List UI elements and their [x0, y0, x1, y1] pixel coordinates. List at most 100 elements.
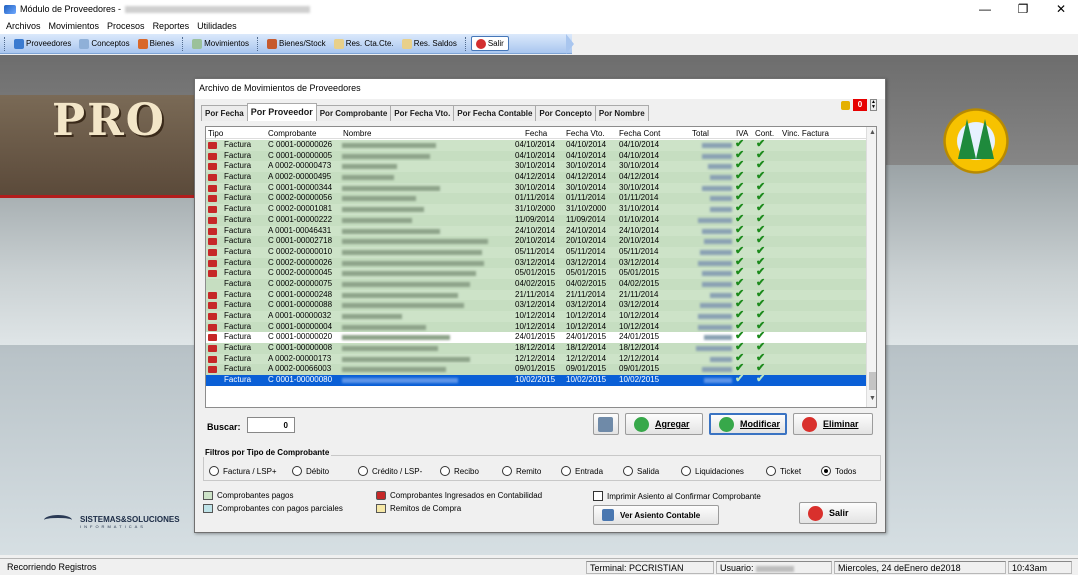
- radio-dot[interactable]: [623, 466, 633, 476]
- close-button[interactable]: ✕: [1054, 2, 1068, 16]
- column-tipo[interactable]: Tipo: [208, 129, 223, 138]
- radio-dot[interactable]: [681, 466, 691, 476]
- tab-por-fecha[interactable]: Por Fecha: [201, 105, 248, 121]
- scroll-down-icon[interactable]: ▼: [868, 395, 876, 405]
- contabilidad-icon: [208, 216, 217, 224]
- table-row[interactable]: Factura C 0002-00000045 05/01/2015 05/01/20…: [206, 267, 866, 279]
- checkbox-box[interactable]: [593, 491, 603, 501]
- imprimir-asiento-checkbox[interactable]: Imprimir Asiento al Confirmar Comprobant…: [593, 491, 761, 501]
- table-row[interactable]: Factura C 0001-00000248 21/11/2014 21/11/20…: [206, 288, 866, 301]
- ver-asiento-button[interactable]: Ver Asiento Contable: [593, 505, 719, 525]
- menu-reportes[interactable]: Reportes: [153, 21, 190, 31]
- radio-dot[interactable]: [502, 466, 512, 476]
- column-cont[interactable]: Cont.: [755, 129, 774, 138]
- radio-dot[interactable]: [209, 466, 219, 476]
- table-row[interactable]: Factura C 0001-00000005 04/10/2014 04/10/20…: [206, 149, 866, 162]
- filter-radio[interactable]: Todos: [821, 466, 856, 476]
- table-row[interactable]: Factura A 0001-00000032 10/12/2014 10/12/20…: [206, 310, 866, 322]
- buscar-input[interactable]: 0: [247, 417, 295, 433]
- radio-dot[interactable]: [561, 466, 571, 476]
- toolbar-conceptos[interactable]: Conceptos: [75, 38, 133, 49]
- table-row[interactable]: Factura C 0001-00000026 04/10/2014 04/10/20…: [206, 139, 866, 151]
- table-row[interactable]: Factura C 0001-00000344 30/10/2014 30/10/20…: [206, 181, 866, 194]
- agregar-button[interactable]: Agregar: [625, 413, 703, 435]
- table-row[interactable]: Factura A 0002-00000495 04/12/2014 04/12/20…: [206, 171, 866, 183]
- tab-por-comprobante[interactable]: Por Comprobante: [315, 105, 392, 121]
- table-row[interactable]: Factura C 0001-00000008 18/12/2014 18/12/20…: [206, 342, 866, 354]
- toolbar-res-cta-cte[interactable]: Res. Cta.Cte.: [330, 38, 398, 49]
- table-row[interactable]: Factura A 0002-00000473 30/10/2014 30/10/20…: [206, 160, 866, 173]
- table-row[interactable]: Factura C 0001-00000080 10/02/2015 10/02/20…: [206, 374, 866, 386]
- tab-por-fecha-contable[interactable]: Por Fecha Contable: [453, 105, 537, 121]
- radio-dot[interactable]: [821, 466, 831, 476]
- filter-radio[interactable]: Ticket: [766, 466, 801, 476]
- toolbar-proveedores-label: Proveedores: [26, 39, 72, 48]
- filter-radio[interactable]: Remito: [502, 466, 541, 476]
- filter-radio[interactable]: Recibo: [440, 466, 479, 476]
- toolbar-salir[interactable]: Salir: [470, 36, 509, 51]
- cell-fecha-vto: 21/11/2014: [566, 289, 606, 299]
- modificar-button[interactable]: Modificar: [709, 413, 787, 435]
- column-fecha-cont[interactable]: Fecha Cont: [619, 129, 660, 138]
- filter-radio[interactable]: Liquidaciones: [681, 466, 744, 476]
- table-row[interactable]: Factura C 0002-00000026 03/12/2014 03/12/20…: [206, 256, 866, 269]
- table-row[interactable]: Factura C 0002-00001081 31/10/2000 31/10/20…: [206, 203, 866, 215]
- toolbar-bienes-stock[interactable]: Bienes/Stock: [263, 38, 330, 49]
- cell-total-redacted: [700, 249, 732, 255]
- filter-radio[interactable]: Débito: [292, 466, 329, 476]
- filter-radio-label: Remito: [516, 466, 542, 476]
- toolbar-proveedores[interactable]: Proveedores: [10, 38, 75, 49]
- column-nombre[interactable]: Nombre: [343, 129, 371, 138]
- table-row[interactable]: Factura A 0001-00046431 24/10/2014 24/10/20…: [206, 224, 866, 237]
- table-row[interactable]: Factura C 0002-00000056 01/11/2014 01/11/20…: [206, 192, 866, 205]
- column-fecha-vto[interactable]: Fecha Vto.: [566, 129, 605, 138]
- table-scrollbar[interactable]: ▲ ▼: [866, 127, 876, 407]
- table-row[interactable]: Factura C 0001-00000088 03/12/2014 03/12/20…: [206, 299, 866, 311]
- table-row[interactable]: Factura C 0001-00000020 24/01/2015 24/01/20…: [206, 331, 866, 344]
- salir-button[interactable]: Salir: [799, 502, 877, 524]
- tab-por-nombre[interactable]: Por Nombre: [594, 105, 649, 121]
- menu-procesos[interactable]: Procesos: [107, 21, 145, 31]
- cell-tipo: Factura: [224, 353, 252, 363]
- table-row[interactable]: Factura C 0001-00000004 10/12/2014 10/12/20…: [206, 320, 866, 333]
- radio-dot[interactable]: [766, 466, 776, 476]
- table-row[interactable]: Factura C 0002-00000010 05/11/2014 05/11/20…: [206, 246, 866, 258]
- table-row[interactable]: Factura A 0002-00000173 12/12/2014 12/12/20…: [206, 352, 866, 365]
- column-fecha[interactable]: Fecha: [525, 129, 547, 138]
- movimientos-table[interactable]: Tipo Comprobante Nombre Fecha Fecha Vto.…: [205, 126, 877, 408]
- eliminar-button[interactable]: Eliminar: [793, 413, 873, 435]
- status-usuario: Usuario:: [716, 561, 832, 574]
- filter-radio[interactable]: Crédito / LSP-: [358, 466, 422, 476]
- radio-dot[interactable]: [440, 466, 450, 476]
- menu-archivos[interactable]: Archivos: [6, 21, 41, 31]
- table-row[interactable]: Factura C 0001-00002718 20/10/2014 20/10/20…: [206, 235, 866, 247]
- filter-radio[interactable]: Factura / LSP+: [209, 466, 277, 476]
- scroll-thumb[interactable]: [869, 372, 876, 390]
- minimize-button[interactable]: —: [978, 2, 992, 16]
- menu-movimientos[interactable]: Movimientos: [49, 21, 100, 31]
- menu-utilidades[interactable]: Utilidades: [197, 21, 237, 31]
- maximize-button[interactable]: ❐: [1016, 2, 1030, 16]
- table-row[interactable]: Factura C 0002-00000075 04/02/2015 04/02/20…: [206, 278, 866, 290]
- filter-radio[interactable]: Entrada: [561, 466, 603, 476]
- toolbar-res-saldos[interactable]: Res. Saldos: [398, 38, 461, 49]
- table-row[interactable]: Factura A 0002-00066003 09/01/2015 09/01/20…: [206, 363, 866, 376]
- filter-radio[interactable]: Salida: [623, 466, 659, 476]
- counter-spinner[interactable]: ▲ ▼: [870, 99, 877, 111]
- cell-nombre-redacted: [342, 207, 424, 213]
- column-vinc-factura[interactable]: Vinc. Factura: [782, 129, 829, 138]
- table-row[interactable]: Factura C 0001-00000222 11/09/2014 11/09/20…: [206, 213, 866, 226]
- radio-dot[interactable]: [358, 466, 368, 476]
- tab-por-fecha-vto[interactable]: Por Fecha Vto.: [390, 105, 455, 121]
- cell-total-redacted: [702, 281, 732, 287]
- toolbar-movimientos[interactable]: Movimientos: [188, 38, 253, 49]
- scroll-up-icon[interactable]: ▲: [868, 129, 876, 139]
- toolbar-bienes[interactable]: Bienes: [134, 38, 178, 49]
- column-total[interactable]: Total: [692, 129, 709, 138]
- print-button[interactable]: [593, 413, 619, 435]
- tab-por-concepto[interactable]: Por Concepto: [535, 105, 596, 121]
- column-comprobante[interactable]: Comprobante: [268, 129, 316, 138]
- radio-dot[interactable]: [292, 466, 302, 476]
- tab-por-proveedor[interactable]: Por Proveedor: [246, 103, 317, 121]
- column-iva[interactable]: IVA: [736, 129, 748, 138]
